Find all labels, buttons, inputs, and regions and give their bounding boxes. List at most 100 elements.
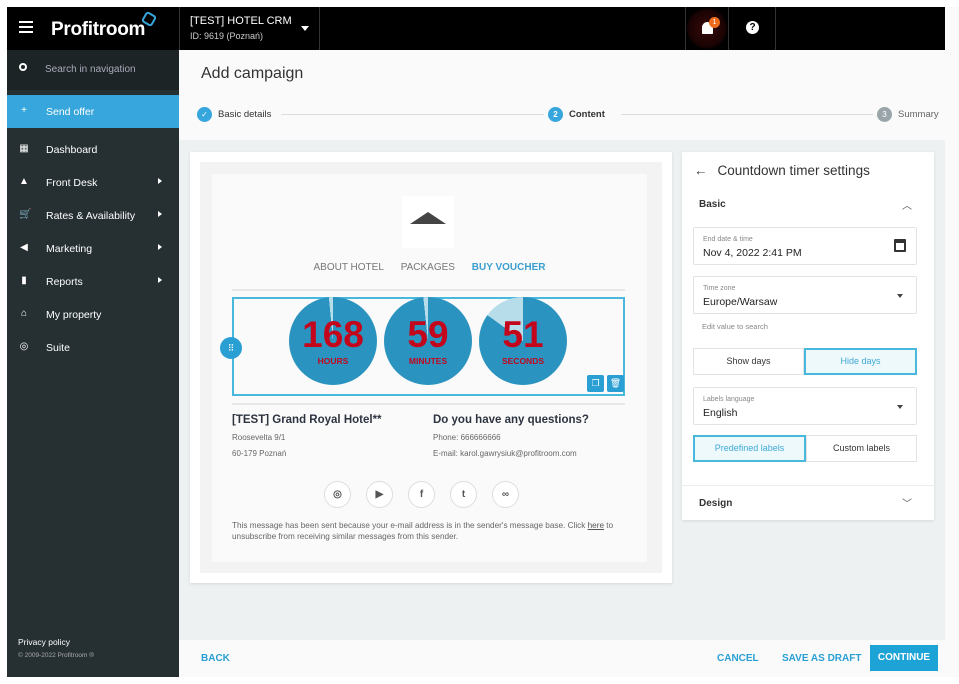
step-summary[interactable]: 3 Summary [873,107,943,122]
field-label: End date & time [703,236,753,243]
step-number: 2 [548,107,563,122]
countdown-settings-panel: ← Countdown timer settings Basic ︿ End da… [682,152,934,520]
delete-icon[interactable]: 🗑 [607,375,624,392]
youtube-icon[interactable]: ▶ [366,481,393,508]
footer-bar: BACK CANCEL SAVE AS DRAFT CONTINUE [179,640,945,677]
countdown-timer-block[interactable]: ⠿ 168 HOURS 59 MINUTES 51 SECONDS ❐ 🗑 [220,297,625,396]
twitter-icon[interactable]: t [450,481,477,508]
step-label: Content [569,109,605,120]
megaphone-icon: ◀ [20,242,28,253]
duplicate-icon[interactable]: ❐ [587,375,604,392]
custom-labels-button[interactable]: Custom labels [806,435,917,462]
check-icon: ✓ [197,107,212,122]
timer-gauge-seconds: 51 SECONDS [479,297,567,385]
email-nav-about[interactable]: ABOUT HOTEL [314,262,384,273]
help-button[interactable]: ? [729,7,776,50]
email-address: E-mail: karol.gawrysiuk@profitroom.com [433,449,577,458]
hotel-id: ID: 9619 (Poznań) [190,31,264,41]
home-icon: ⌂ [20,308,28,319]
tripadvisor-icon[interactable]: ∞ [492,481,519,508]
sidebar-item-suite[interactable]: ◎ Suite [7,331,179,364]
sidebar-item-reports[interactable]: ▮ Reports [7,265,179,298]
page-title: Add campaign [201,65,304,82]
chevron-right-icon [158,244,165,250]
unsubscribe-link[interactable]: here [588,521,604,530]
questions-heading: Do you have any questions? [433,414,589,426]
cart-icon: 🛒 [19,209,32,220]
step-number: 3 [877,107,892,122]
notifications-button[interactable]: 1 [685,7,729,50]
email-nav-packages[interactable]: PACKAGES [401,262,455,273]
facebook-icon[interactable]: f [408,481,435,508]
time-zone-select[interactable]: Time zone Europe/Warsaw [693,276,917,314]
chevron-right-icon [158,178,165,184]
email-preview: ABOUT HOTEL PACKAGES BUY VOUCHER ⠿ 168 HO… [190,152,672,583]
email-nav: ABOUT HOTEL PACKAGES BUY VOUCHER [212,262,647,273]
instagram-icon[interactable]: ◎ [324,481,351,508]
plus-circle-icon: + [21,105,27,116]
timer-gauge-hours: 168 HOURS [289,297,377,385]
divider [232,403,625,405]
sidebar-item-rates-availability[interactable]: 🛒 Rates & Availability [7,199,179,232]
menu-icon[interactable] [19,21,33,33]
panel-title: Countdown timer settings [717,163,870,178]
cancel-button[interactable]: CANCEL [717,653,759,664]
scrollbar[interactable] [945,7,959,677]
continue-button[interactable]: CONTINUE [870,645,938,671]
dropdown-arrow-icon [897,405,903,412]
chevron-down-icon[interactable]: ﹀ [902,495,912,510]
sidebar-item-label: Front Desk [46,177,98,189]
end-date-field[interactable]: End date & time Nov 4, 2022 2:41 PM [693,227,917,265]
email-nav-voucher[interactable]: BUY VOUCHER [472,262,546,273]
app-frame: Profitroom [TEST] HOTEL CRM ID: 9619 (Po… [7,7,945,677]
page-header: Add campaign ✓ Basic details 2 Content 3 Su… [179,50,945,140]
time-zone-hint: Edit value to search [702,322,768,331]
labels-toggle: Predefined labels Custom labels [693,435,917,462]
step-line [621,114,876,115]
save-draft-button[interactable]: SAVE AS DRAFT [782,653,861,664]
suite-icon: ◎ [19,341,29,352]
back-button[interactable]: BACK [201,653,230,664]
labels-language-select[interactable]: Labels language English [693,387,917,425]
sidebar-item-marketing[interactable]: ◀ Marketing [7,232,179,265]
divider [232,289,625,291]
sidebar-item-dashboard[interactable]: ▦ Dashboard [7,133,179,166]
city: 60-179 Poznań [232,449,287,458]
help-icon: ? [746,21,759,34]
show-days-button[interactable]: Show days [693,348,804,375]
calendar-icon[interactable] [894,239,906,252]
section-basic[interactable]: Basic [699,199,726,210]
section-design[interactable]: Design [699,498,732,509]
privacy-policy-link[interactable]: Privacy policy [18,637,94,647]
field-value: Nov 4, 2022 2:41 PM [703,247,802,259]
chevron-right-icon [158,277,165,283]
sidebar-item-label: Send offer [46,106,95,118]
back-arrow-icon[interactable]: ← [694,163,708,178]
search-input[interactable]: Search in navigation [45,64,136,75]
nav-search[interactable]: Search in navigation [7,50,179,90]
step-label: Basic details [218,109,272,120]
caret-down-icon [301,26,309,35]
notification-badge: 1 [709,17,720,28]
hide-days-button[interactable]: Hide days [804,348,917,375]
step-basic-details[interactable]: ✓ Basic details [193,107,276,122]
step-content[interactable]: 2 Content [544,107,609,122]
sidebar-item-my-property[interactable]: ⌂ My property [7,298,179,331]
disclaimer: This message has been sent because your … [232,521,614,541]
sidebar-item-label: Suite [46,342,70,354]
stepper: ✓ Basic details 2 Content 3 Summary [191,107,943,123]
sidebar-item-front-desk[interactable]: ▲ Front Desk [7,166,179,199]
phone: Phone: 666666666 [433,433,501,442]
brand-logo[interactable]: Profitroom [51,19,145,41]
predefined-labels-button[interactable]: Predefined labels [693,435,806,462]
hotel-logo [402,196,454,248]
field-value: English [703,407,738,419]
sidebar-item-send-offer[interactable]: + Send offer [7,95,179,128]
field-label: Labels language [703,396,755,403]
drag-handle-icon[interactable]: ⠿ [220,337,242,359]
hotel-selector[interactable]: [TEST] HOTEL CRM ID: 9619 (Poznań) [179,7,320,50]
days-toggle: Show days Hide days [693,348,917,375]
sidebar: Search in navigation + Send offer ▦ Dashboa… [7,50,179,677]
sidebar-item-label: Reports [46,276,83,288]
chevron-up-icon[interactable]: ︿ [902,197,912,212]
